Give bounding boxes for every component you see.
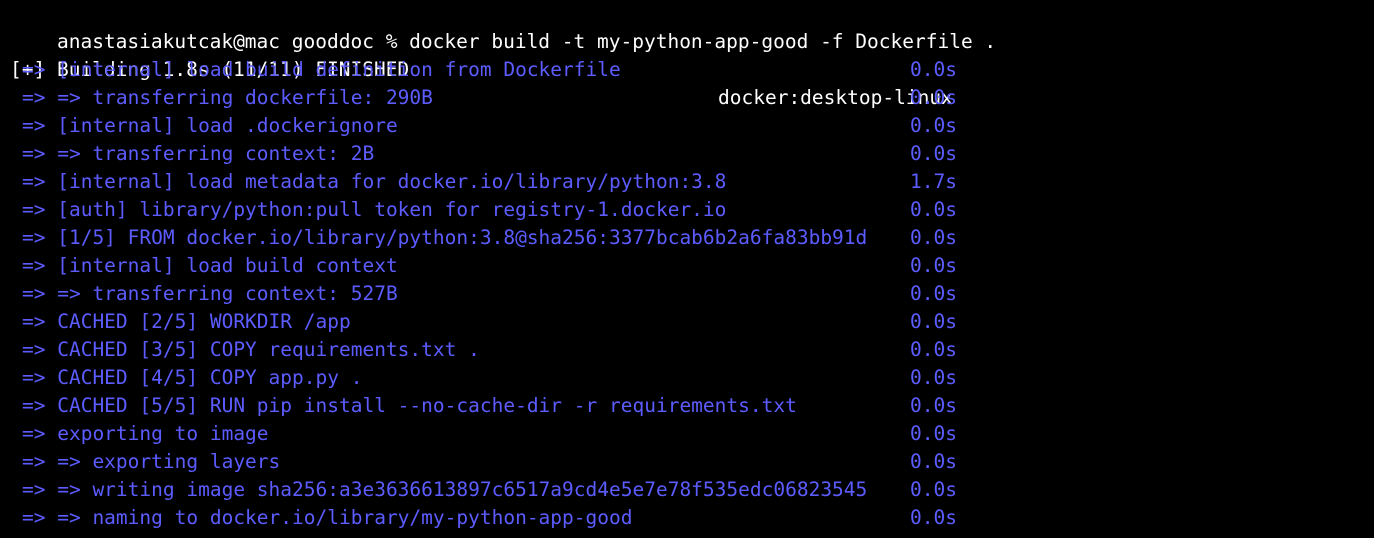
build-step-line: => => exporting layers 0.0s [0,448,1374,476]
build-step-line: => [1/5] FROM docker.io/library/python:3… [0,224,1374,252]
build-step-line: => => transferring dockerfile: 290B 0.0s [0,84,1374,112]
build-step-time: 0.0s [910,142,957,165]
build-step-time: 0.0s [910,422,957,445]
build-step-text: => CACHED [2/5] WORKDIR /app [22,310,351,333]
build-step-text: => CACHED [3/5] COPY requirements.txt . [22,338,480,361]
build-step-line: => => writing image sha256:a3e3636613897… [0,476,1374,504]
build-step-time: 0.0s [910,366,957,389]
build-step-time: 0.0s [910,506,957,529]
build-step-time: 0.0s [910,478,957,501]
build-step-line: => => naming to docker.io/library/my-pyt… [0,504,1374,532]
build-step-line: => => transferring context: 527B 0.0s [0,280,1374,308]
build-step-time: 0.0s [910,226,957,249]
build-step-line: => [internal] load build context 0.0s [0,252,1374,280]
build-step-time: 0.0s [910,58,957,81]
terminal-window[interactable]: anastasiakutcak@mac gooddoc % docker bui… [0,0,1374,538]
build-status-line: [+] Building 1.8s (11/11) FINISHED docke… [0,28,1374,109]
build-step-time: 0.0s [910,86,957,109]
build-step-text: => [internal] load metadata for docker.i… [22,170,727,193]
build-step-time: 0.0s [910,450,957,473]
build-step-line: => CACHED [3/5] COPY requirements.txt . 0… [0,336,1374,364]
build-step-text: => [internal] load build context [22,254,398,277]
build-step-time: 0.0s [910,310,957,333]
build-step-time: 0.0s [910,114,957,137]
build-step-time: 0.0s [910,254,957,277]
build-step-text: => [1/5] FROM docker.io/library/python:3… [22,226,868,249]
build-step-line: => CACHED [2/5] WORKDIR /app 0.0s [0,308,1374,336]
build-step-line: => exporting to image 0.0s [0,420,1374,448]
build-step-time: 0.0s [910,338,957,361]
build-step-line: => [internal] load build definition from… [0,56,1374,84]
build-step-line: => [internal] load metadata for docker.i… [0,168,1374,196]
build-step-time: 0.0s [910,198,957,221]
build-step-text: => exporting to image [22,422,269,445]
build-step-text: => => writing image sha256:a3e3636613897… [22,478,868,501]
build-step-text: => CACHED [4/5] COPY app.py . [22,366,363,389]
build-step-line: => CACHED [5/5] RUN pip install --no-cac… [0,392,1374,420]
build-step-time: 0.0s [910,282,957,305]
build-step-text: => [internal] load .dockerignore [22,114,398,137]
build-steps-list: => [internal] load build definition from… [0,56,1374,532]
build-step-line: => [internal] load .dockerignore 0.0s [0,112,1374,140]
build-step-text: => => exporting layers [22,450,281,473]
build-step-line: => => transferring context: 2B 0.0s [0,140,1374,168]
build-step-line: => CACHED [4/5] COPY app.py . 0.0s [0,364,1374,392]
build-step-text: => => transferring context: 527B [22,282,398,305]
build-step-time: 0.0s [910,394,957,417]
build-step-line: => [auth] library/python:pull token for … [0,196,1374,224]
build-step-text: => => transferring dockerfile: 290B [22,86,433,109]
build-step-text: => [auth] library/python:pull token for … [22,198,727,221]
build-step-text: => CACHED [5/5] RUN pip install --no-cac… [22,394,797,417]
build-step-time: 1.7s [910,170,957,193]
build-step-text: => [internal] load build definition from… [22,58,621,81]
command-line: anastasiakutcak@mac gooddoc % docker bui… [0,0,1374,53]
build-step-text: => => naming to docker.io/library/my-pyt… [22,506,633,529]
build-step-text: => => transferring context: 2B [22,142,375,165]
